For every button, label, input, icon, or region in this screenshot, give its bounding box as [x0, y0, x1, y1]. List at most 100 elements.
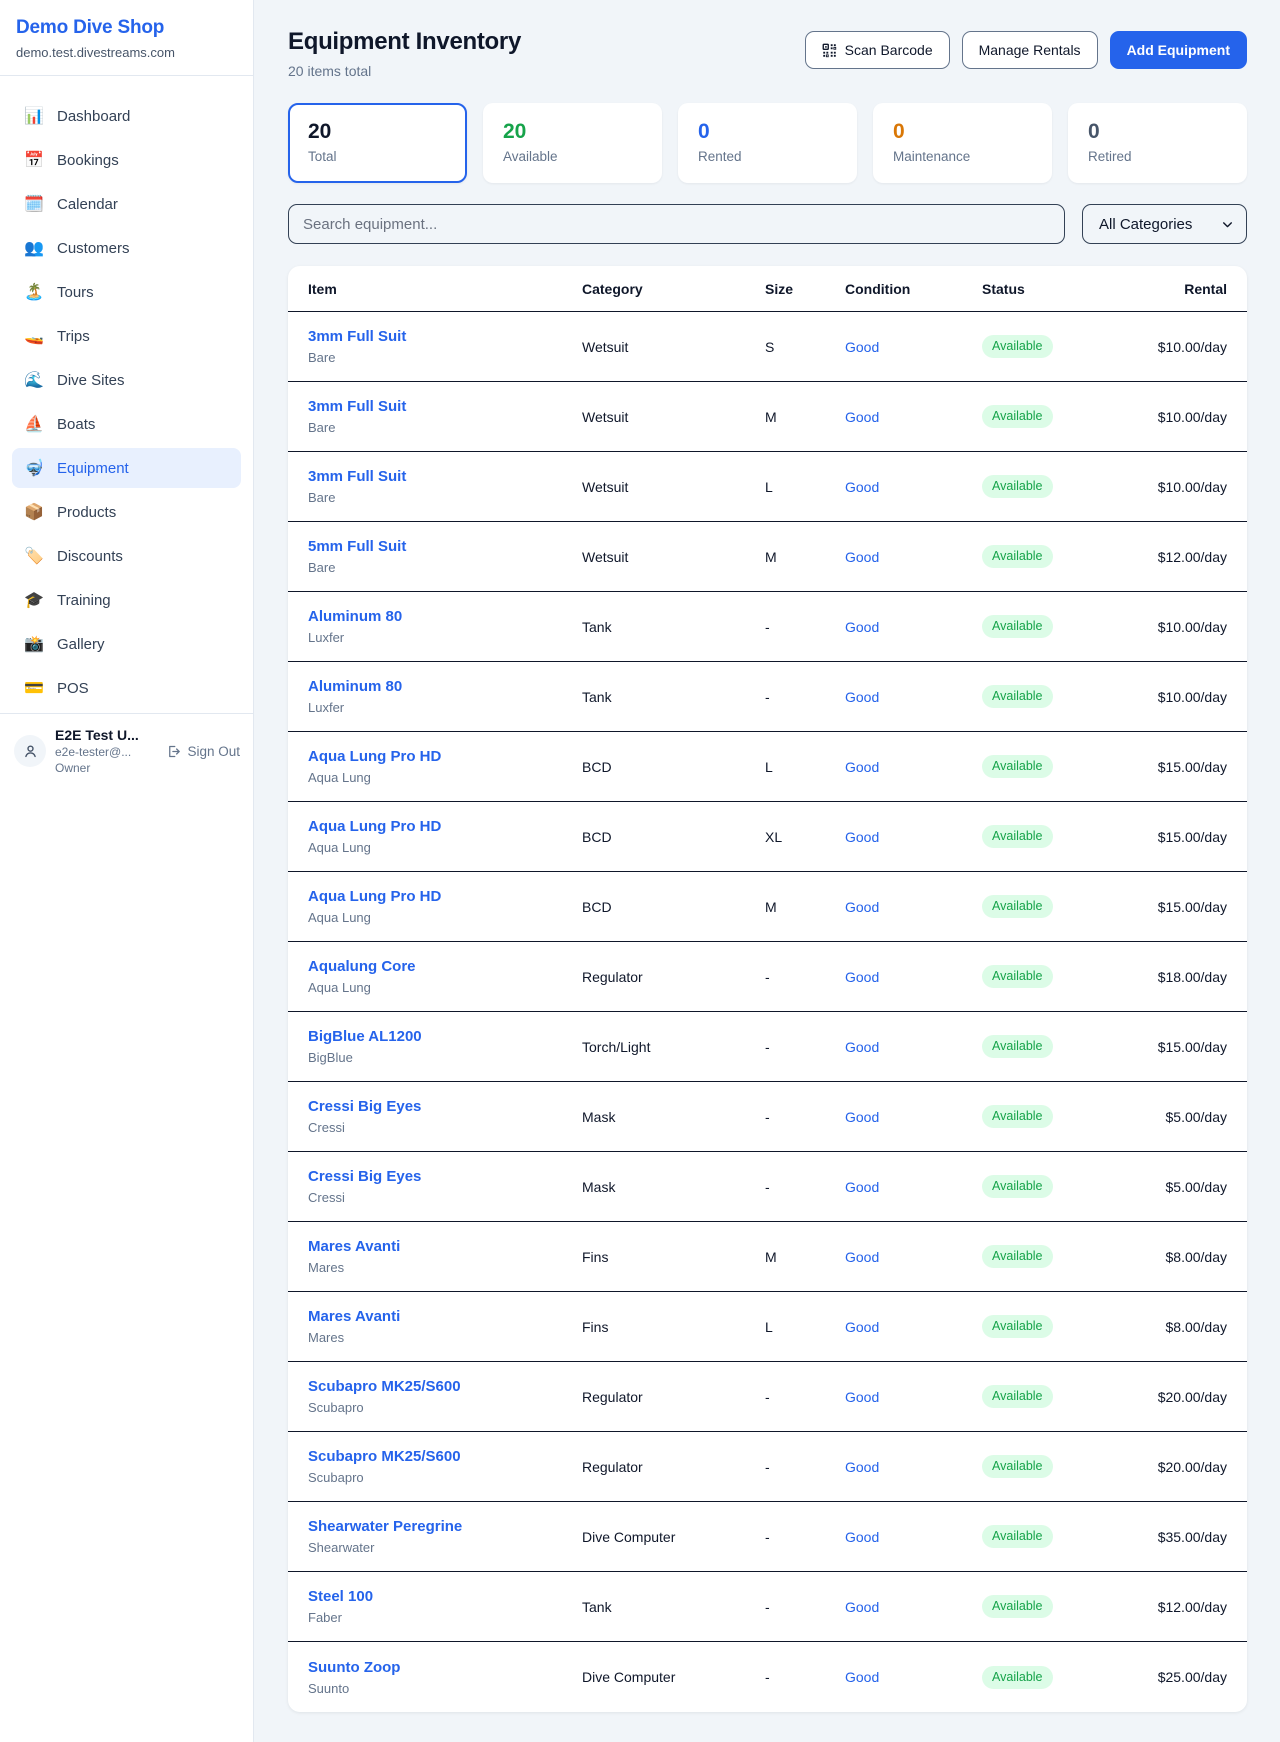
sidebar-item-calendar[interactable]: 🗓️ Calendar: [12, 184, 241, 224]
scan-barcode-button[interactable]: Scan Barcode: [805, 31, 950, 69]
item-name-link[interactable]: Steel 100: [308, 1588, 582, 1605]
item-name-link[interactable]: Aluminum 80: [308, 678, 582, 695]
condition-link[interactable]: Good: [845, 1529, 982, 1545]
sidebar-item-equipment[interactable]: 🤿 Equipment: [12, 448, 241, 488]
sidebar-item-boats[interactable]: ⛵ Boats: [12, 404, 241, 444]
table-row[interactable]: Aqualung Core Aqua Lung Regulator - Good…: [288, 942, 1247, 1012]
condition-link[interactable]: Good: [845, 409, 982, 425]
credit-card-icon: 💳: [24, 678, 44, 698]
item-name-link[interactable]: Shearwater Peregrine: [308, 1518, 582, 1535]
search-input[interactable]: [288, 204, 1065, 244]
size-cell: L: [765, 479, 845, 495]
condition-link[interactable]: Good: [845, 339, 982, 355]
table-row[interactable]: BigBlue AL1200 BigBlue Torch/Light - Goo…: [288, 1012, 1247, 1082]
table-row[interactable]: 5mm Full Suit Bare Wetsuit M Good Availa…: [288, 522, 1247, 592]
condition-link[interactable]: Good: [845, 969, 982, 985]
condition-link[interactable]: Good: [845, 549, 982, 565]
sidebar-item-discounts[interactable]: 🏷️ Discounts: [12, 536, 241, 576]
condition-link[interactable]: Good: [845, 1319, 982, 1335]
item-name-link[interactable]: BigBlue AL1200: [308, 1028, 582, 1045]
category-cell: Tank: [582, 619, 765, 635]
sidebar-item-label: Discounts: [57, 548, 123, 565]
item-name-link[interactable]: Scubapro MK25/S600: [308, 1448, 582, 1465]
condition-link[interactable]: Good: [845, 1109, 982, 1125]
item-name-link[interactable]: Scubapro MK25/S600: [308, 1378, 582, 1395]
table-row[interactable]: Mares Avanti Mares Fins M Good Available…: [288, 1222, 1247, 1292]
item-name-link[interactable]: 3mm Full Suit: [308, 328, 582, 345]
category-cell: BCD: [582, 759, 765, 775]
condition-link[interactable]: Good: [845, 1249, 982, 1265]
sidebar-item-customers[interactable]: 👥 Customers: [12, 228, 241, 268]
status-badge: Available: [982, 825, 1053, 848]
sidebar-item-products[interactable]: 📦 Products: [12, 492, 241, 532]
table-row[interactable]: Scubapro MK25/S600 Scubapro Regulator - …: [288, 1432, 1247, 1502]
barcode-icon: [822, 43, 837, 58]
table-row[interactable]: Aqua Lung Pro HD Aqua Lung BCD M Good Av…: [288, 872, 1247, 942]
sidebar-item-tours[interactable]: 🏝️ Tours: [12, 272, 241, 312]
sidebar-item-trips[interactable]: 🚤 Trips: [12, 316, 241, 356]
item-name-link[interactable]: 5mm Full Suit: [308, 538, 582, 555]
table-row[interactable]: Cressi Big Eyes Cressi Mask - Good Avail…: [288, 1082, 1247, 1152]
table-row[interactable]: Cressi Big Eyes Cressi Mask - Good Avail…: [288, 1152, 1247, 1222]
condition-link[interactable]: Good: [845, 829, 982, 845]
category-cell: Tank: [582, 689, 765, 705]
sidebar-item-bookings[interactable]: 📅 Bookings: [12, 140, 241, 180]
table-row[interactable]: 3mm Full Suit Bare Wetsuit M Good Availa…: [288, 382, 1247, 452]
item-name-link[interactable]: Aqua Lung Pro HD: [308, 748, 582, 765]
sidebar-item-label: Equipment: [57, 460, 129, 477]
item-name-link[interactable]: Aluminum 80: [308, 608, 582, 625]
item-name-link[interactable]: Aqualung Core: [308, 958, 582, 975]
condition-link[interactable]: Good: [845, 759, 982, 775]
condition-link[interactable]: Good: [845, 1459, 982, 1475]
item-name-link[interactable]: 3mm Full Suit: [308, 468, 582, 485]
item-name-link[interactable]: Cressi Big Eyes: [308, 1098, 582, 1115]
add-equipment-button[interactable]: Add Equipment: [1110, 31, 1247, 69]
category-select[interactable]: All Categories: [1082, 204, 1247, 244]
stat-card-retired[interactable]: 0 Retired: [1068, 103, 1247, 183]
condition-link[interactable]: Good: [845, 619, 982, 635]
table-row[interactable]: Aluminum 80 Luxfer Tank - Good Available…: [288, 662, 1247, 732]
manage-rentals-button[interactable]: Manage Rentals: [962, 31, 1098, 69]
condition-link[interactable]: Good: [845, 1599, 982, 1615]
condition-link[interactable]: Good: [845, 1179, 982, 1195]
item-name-link[interactable]: Suunto Zoop: [308, 1659, 582, 1676]
sidebar-item-gallery[interactable]: 📸 Gallery: [12, 624, 241, 664]
brand-title[interactable]: Demo Dive Shop: [16, 17, 237, 39]
item-name-link[interactable]: Mares Avanti: [308, 1308, 582, 1325]
stat-card-available[interactable]: 20 Available: [483, 103, 662, 183]
table-row[interactable]: 3mm Full Suit Bare Wetsuit L Good Availa…: [288, 452, 1247, 522]
table-row[interactable]: Aqua Lung Pro HD Aqua Lung BCD L Good Av…: [288, 732, 1247, 802]
condition-link[interactable]: Good: [845, 479, 982, 495]
condition-link[interactable]: Good: [845, 1669, 982, 1685]
condition-link[interactable]: Good: [845, 1389, 982, 1405]
size-cell: -: [765, 1389, 845, 1405]
stat-card-total[interactable]: 20 Total: [288, 103, 467, 183]
item-name-link[interactable]: Mares Avanti: [308, 1238, 582, 1255]
sidebar-item-pos[interactable]: 💳 POS: [12, 668, 241, 708]
table-row[interactable]: 3mm Full Suit Bare Wetsuit S Good Availa…: [288, 312, 1247, 382]
condition-link[interactable]: Good: [845, 1039, 982, 1055]
brand-block: Demo Dive Shop demo.test.divestreams.com: [0, 0, 253, 76]
sign-out-button[interactable]: Sign Out: [166, 744, 240, 759]
item-name-link[interactable]: Cressi Big Eyes: [308, 1168, 582, 1185]
condition-link[interactable]: Good: [845, 899, 982, 915]
stat-card-maintenance[interactable]: 0 Maintenance: [873, 103, 1052, 183]
chevron-down-icon: [1221, 218, 1234, 231]
item-name-link[interactable]: 3mm Full Suit: [308, 398, 582, 415]
condition-link[interactable]: Good: [845, 689, 982, 705]
table-row[interactable]: Aluminum 80 Luxfer Tank - Good Available…: [288, 592, 1247, 662]
item-name-link[interactable]: Aqua Lung Pro HD: [308, 818, 582, 835]
table-row[interactable]: Aqua Lung Pro HD Aqua Lung BCD XL Good A…: [288, 802, 1247, 872]
table-row[interactable]: Mares Avanti Mares Fins L Good Available…: [288, 1292, 1247, 1362]
add-equipment-label: Add Equipment: [1127, 42, 1230, 58]
sidebar-item-dive-sites[interactable]: 🌊 Dive Sites: [12, 360, 241, 400]
stat-card-rented[interactable]: 0 Rented: [678, 103, 857, 183]
sidebar-item-dashboard[interactable]: 📊 Dashboard: [12, 96, 241, 136]
sidebar-item-training[interactable]: 🎓 Training: [12, 580, 241, 620]
item-name-link[interactable]: Aqua Lung Pro HD: [308, 888, 582, 905]
table-row[interactable]: Steel 100 Faber Tank - Good Available $1…: [288, 1572, 1247, 1642]
table-row[interactable]: Scubapro MK25/S600 Scubapro Regulator - …: [288, 1362, 1247, 1432]
table-row[interactable]: Shearwater Peregrine Shearwater Dive Com…: [288, 1502, 1247, 1572]
sidebar-item-label: Gallery: [57, 636, 105, 653]
table-row[interactable]: Suunto Zoop Suunto Dive Computer - Good …: [288, 1642, 1247, 1712]
